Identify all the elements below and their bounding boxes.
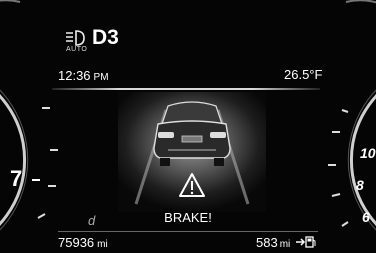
odometer: 75936 mi [58,235,108,250]
warning-triangle-icon [179,173,205,197]
gear-indicator: D3 [92,26,119,49]
clock-ampm: PM [93,72,109,83]
odometer-unit: mi [97,239,108,250]
right-gauge-number-8: 8 [356,177,364,193]
fuel-pump-icon [295,236,316,248]
instrument-cluster: 7 10 8 6 AUTO D3 12:36 PM 26.5°F BRAKE! … [0,0,376,253]
clock: 12:36 PM [58,68,109,83]
range-unit: mi [279,239,291,250]
divider-line [52,88,320,90]
headlight-icon [66,30,85,46]
auto-lights-label: AUTO [66,46,88,53]
collision-warning-graphic [134,101,250,205]
right-gauge-number-10: 10 [360,145,376,161]
odometer-value: 75936 [58,235,95,250]
outside-temperature: 26.5°F [284,67,323,82]
trip-icon: d [88,213,96,228]
bottom-divider [58,231,318,232]
brake-warning-message: BRAKE! [164,210,212,225]
fuel-range: 583 mi [256,235,316,250]
clock-time: 12:36 [58,68,91,83]
left-gauge-number: 7 [10,166,22,191]
range-value: 583 [256,235,278,250]
